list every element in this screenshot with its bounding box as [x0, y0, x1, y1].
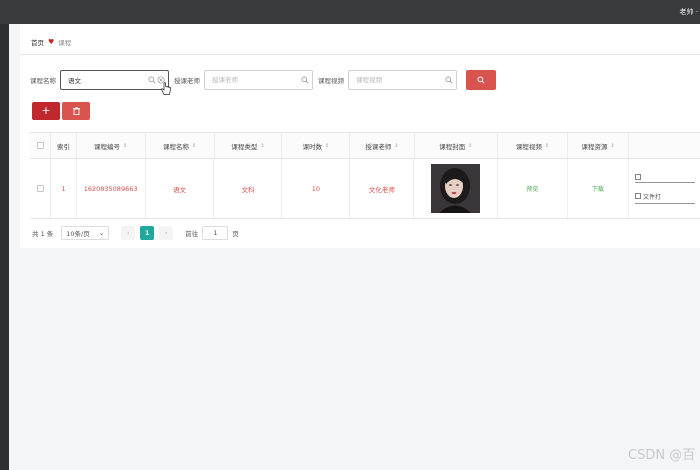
video-label: 课程视频 [318, 77, 344, 85]
header-teacher: 授课老师 [365, 142, 392, 151]
search-icon [301, 76, 309, 84]
sort-icon[interactable]: ⇕ [394, 143, 398, 149]
sort-icon[interactable]: ⇕ [192, 143, 196, 149]
sort-icon[interactable]: ⇕ [123, 143, 127, 149]
cell-type: 文科 [214, 159, 283, 218]
heart-icon: ♥ [48, 38, 55, 46]
pagination: 共 1 条 10条/页 ⌄ ‹ 1 › 前往 1 页 [32, 226, 239, 240]
cell-code: 1620835089663 [77, 159, 146, 218]
breadcrumb-current: 课程 [58, 39, 72, 47]
chevron-right-icon: › [164, 229, 168, 237]
content-panel: 首页 ♥ 课程 课程名称 授课老师 课程视频 + 索引 课 [20, 24, 700, 248]
page-size-value: 10条/页 [66, 230, 90, 238]
chevron-left-icon: ‹ [126, 229, 130, 237]
teacher-input[interactable] [205, 71, 291, 89]
cell-teacher: 文化老师 [350, 159, 415, 218]
header-cell[interactable]: 课程视频 ⇕ [498, 133, 568, 158]
page-suffix: 页 [232, 230, 239, 238]
course-name-label: 课程名称 [30, 77, 56, 85]
cell-index: 1 [51, 159, 77, 218]
row-checkbox[interactable] [36, 185, 44, 192]
sort-icon[interactable]: ⇕ [325, 143, 329, 149]
trash-icon [72, 107, 80, 115]
total-count: 共 1 条 [32, 230, 54, 238]
cell-name: 语文 [146, 159, 215, 218]
cell-cover [414, 159, 498, 218]
add-button[interactable]: + [32, 102, 60, 120]
cell-hours: 10 [282, 159, 351, 218]
header-cell[interactable]: 课程名称 ⇕ [146, 133, 215, 158]
breadcrumb-home[interactable]: 首页 [31, 37, 44, 47]
watermark: CSDN @百 [628, 448, 696, 463]
search-button[interactable] [466, 70, 496, 90]
course-table: 索引 课程编号 ⇕ 课程名称 ⇕ 课程类型 ⇕ 课时数 ⇕ 授课老师 ⇕ 课程封面 ⇕ 课程… [30, 132, 700, 219]
prev-page-button[interactable]: ‹ [121, 226, 136, 240]
header-cell[interactable]: 课程封面 ⇕ [415, 133, 499, 158]
video-input[interactable] [349, 71, 435, 89]
sort-icon[interactable]: ⇕ [468, 143, 472, 149]
sort-icon[interactable]: ⇕ [260, 143, 264, 149]
sort-icon[interactable]: ⇕ [610, 143, 614, 149]
header-cover: 课程封面 [439, 142, 466, 151]
document-icon [635, 173, 641, 180]
header-name: 课程名称 [162, 142, 189, 151]
search-icon [477, 76, 485, 84]
course-name-input[interactable] [61, 71, 147, 89]
sort-icon[interactable]: ⇕ [545, 143, 549, 149]
header-cell[interactable]: 授课老师 ⇕ [350, 133, 415, 158]
goto-page-input[interactable]: 1 [202, 226, 229, 240]
search-icon [148, 76, 156, 84]
header-hours: 课时数 [302, 142, 323, 151]
resource-download-link[interactable]: 下载 [568, 159, 629, 218]
page-number-button[interactable]: 1 [140, 226, 155, 240]
table-row[interactable]: 1 1620835089663 语文 文科 10 文化老师 预览 下载 文件打 [30, 159, 700, 219]
header-cell[interactable]: 课程类型 ⇕ [215, 133, 283, 158]
chevron-down-icon: ⌄ [98, 229, 105, 237]
course-name-field [60, 70, 169, 90]
header-cell[interactable]: 课时数 ⇕ [282, 133, 351, 158]
document-icon [635, 193, 641, 199]
delete-button[interactable] [62, 102, 90, 120]
teacher-field [204, 70, 313, 90]
header-cell: 索引 [51, 133, 77, 158]
header-cell[interactable]: 课程编号 ⇕ [77, 133, 146, 158]
teacher-label: 授课老师 [174, 77, 200, 85]
hand-cursor-icon [161, 82, 171, 95]
next-page-button[interactable]: › [159, 226, 174, 240]
header-index: 索引 [57, 142, 70, 151]
breadcrumb: 首页 ♥ 课程 [31, 37, 71, 47]
top-bar: 老帅 · [0, 0, 700, 24]
divider [20, 54, 700, 55]
search-icon [445, 76, 453, 84]
user-label[interactable]: 老帅 · [680, 7, 698, 17]
header-cell [629, 133, 700, 158]
select-all-checkbox[interactable] [36, 142, 44, 149]
video-preview-link[interactable]: 预览 [498, 159, 568, 218]
row-checkbox-cell [30, 159, 52, 218]
left-sidebar-edge [0, 24, 9, 470]
detail-button[interactable] [635, 173, 695, 183]
header-checkbox-cell [30, 133, 52, 158]
header-code: 课程编号 [94, 142, 120, 151]
header-type: 课程类型 [231, 142, 258, 151]
search-bar: 课程名称 授课老师 课程视频 [30, 70, 496, 90]
header-video: 课程视频 [515, 142, 542, 151]
header-cell[interactable]: 课程资源 ⇕ [568, 133, 630, 158]
header-resource: 课程资源 [581, 142, 608, 151]
file-button[interactable]: 文件打 [635, 192, 695, 204]
page-size-select[interactable]: 10条/页 ⌄ [61, 226, 110, 240]
table-header: 索引 课程编号 ⇕ 课程名称 ⇕ 课程类型 ⇕ 课时数 ⇕ 授课老师 ⇕ 课程封面 ⇕ 课程… [30, 133, 700, 159]
video-field [348, 70, 457, 90]
goto-label: 前往 [185, 230, 199, 238]
file-button-label: 文件打 [643, 193, 662, 201]
course-cover-image[interactable] [431, 164, 481, 213]
row-actions: 文件打 [629, 159, 700, 218]
portrait-image [431, 164, 481, 213]
